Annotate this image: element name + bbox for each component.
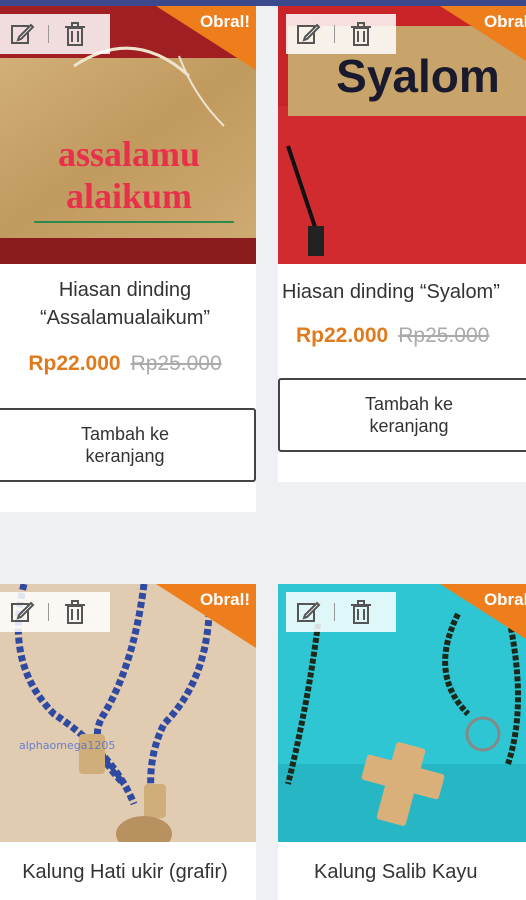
product-image[interactable]: alphaomega1205 Obral! [0,584,256,842]
edit-icon[interactable] [0,14,44,54]
add-to-cart-button[interactable]: Tambah ke keranjang [278,378,526,452]
product-card[interactable]: Syalom Obral! Hiasan dinding “Syalom” Rp… [278,6,526,482]
svg-text:assalamu: assalamu [58,134,200,174]
original-price: Rp25.000 [398,324,490,347]
sale-badge: Obral! [199,12,250,31]
divider [334,25,335,43]
trash-icon[interactable] [53,592,97,632]
sale-badge: Obral! [483,12,526,31]
product-image[interactable]: Obral! [278,584,526,842]
edit-icon[interactable] [0,592,44,632]
divider [334,603,335,621]
product-card[interactable]: assalamu alaikum Obral! Hiasan dinding “… [0,6,256,512]
admin-tools [286,592,396,632]
edit-icon[interactable] [286,14,330,54]
admin-tools [0,592,110,632]
product-title[interactable]: Kalung Hati ukir (grafir) [0,858,256,886]
trash-icon[interactable] [339,592,383,632]
trash-icon[interactable] [339,14,383,54]
sale-price: Rp22.000 [296,324,389,347]
product-title[interactable]: Hiasan dinding “Assalamualaikum” [0,276,256,332]
edit-icon[interactable] [286,592,330,632]
price-row: Rp22.000 Rp25.000 [278,324,526,348]
button-line: keranjang [85,446,165,466]
product-title[interactable]: Hiasan dinding “Syalom” [278,278,526,306]
trash-icon[interactable] [53,14,97,54]
svg-text:alphaomega1205: alphaomega1205 [19,739,115,752]
sale-badge: Obral! [199,590,250,609]
original-price: Rp25.000 [130,352,222,375]
divider [48,603,49,621]
product-title[interactable]: Kalung Salib Kayu [278,858,526,886]
button-line: keranjang [369,416,449,436]
title-line: Hiasan dinding [58,279,192,301]
product-image[interactable]: Syalom Obral! [278,6,526,264]
sale-badge: Obral! [483,590,526,609]
button-line: Tambah ke [364,394,454,414]
product-card[interactable]: Obral! Kalung Salib Kayu [278,584,526,900]
admin-tools [0,14,110,54]
divider [48,25,49,43]
sale-price: Rp22.000 [28,352,121,375]
product-card[interactable]: alphaomega1205 Obral! Kalung Hati ukir (… [0,584,256,900]
add-to-cart-button[interactable]: Tambah ke keranjang [0,408,256,482]
admin-tools [286,14,396,54]
button-line: Tambah ke [80,424,170,444]
svg-text:alaikum: alaikum [66,176,192,216]
title-line: “Assalamualaikum” [39,307,211,329]
product-image[interactable]: assalamu alaikum Obral! [0,6,256,264]
price-row: Rp22.000 Rp25.000 [0,352,256,376]
